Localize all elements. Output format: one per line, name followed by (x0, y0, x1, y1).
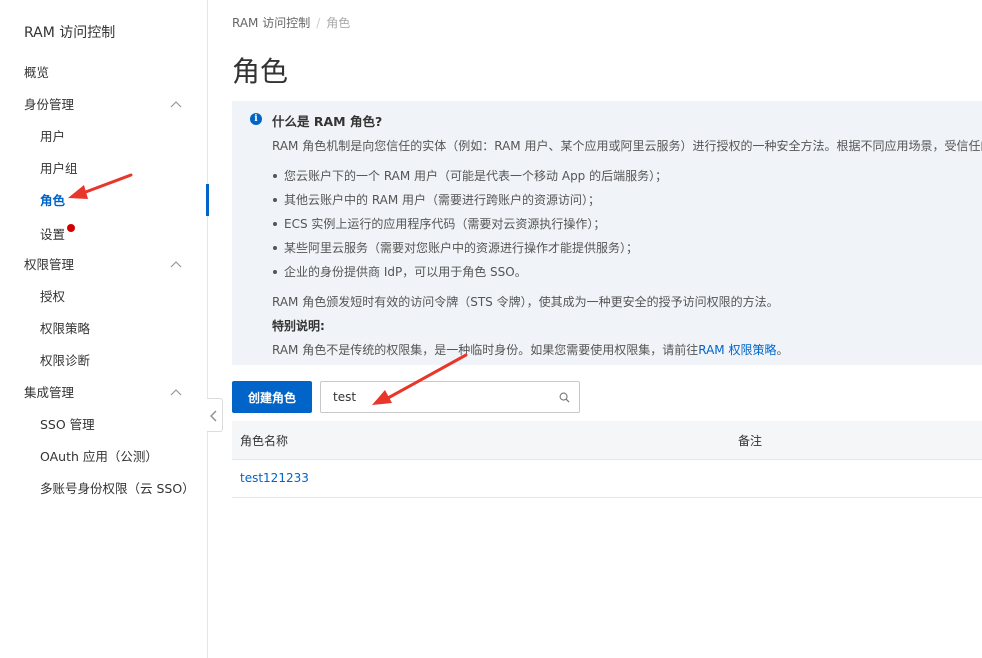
column-header-note: 备注 (738, 434, 763, 448)
info-bullet: 企业的身份提供商 IdP，可以用于角色 SSO。 (273, 265, 527, 279)
sidebar-group-label: 集成管理 (24, 385, 75, 400)
sidebar-group-label: 权限管理 (24, 257, 75, 272)
table-header: 角色名称 备注 (232, 421, 982, 460)
sidebar-group-label: 身份管理 (24, 97, 75, 112)
sidebar-item-roles[interactable]: 角色 (40, 191, 65, 211)
sidebar-item-policies[interactable]: 权限策略 (40, 319, 90, 339)
sidebar-item-oauth[interactable]: OAuth 应用（公测） (40, 447, 158, 467)
search-box (320, 381, 580, 413)
info-icon: i (250, 113, 262, 125)
breadcrumb-current: 角色 (326, 16, 351, 30)
sidebar-item-cloud-sso[interactable]: 多账号身份权限（云 SSO） (40, 479, 195, 499)
role-name-link[interactable]: test121233 (240, 471, 309, 485)
search-input[interactable] (322, 383, 550, 411)
sidebar-item-grants[interactable]: 授权 (40, 287, 65, 307)
chevron-up-icon (170, 261, 182, 268)
chevron-up-icon (170, 389, 182, 396)
info-bullet: ECS 实例上运行的应用程序代码（需要对云资源执行操作）； (272, 217, 606, 231)
console-title: RAM 访问控制 (24, 25, 116, 41)
breadcrumb-separator: / (316, 16, 321, 30)
sidebar-item-user-groups[interactable]: 用户组 (40, 159, 78, 179)
breadcrumb: RAM 访问控制 / 角色 (232, 14, 350, 31)
chevron-up-icon (170, 101, 182, 108)
sidebar-group-permissions[interactable]: 权限管理 (24, 255, 184, 275)
sidebar-item-settings[interactable]: 设置 (40, 225, 65, 245)
info-bullet: 您云账户下的一个 RAM 用户（可能是代表一个移动 App 的后端服务）； (272, 169, 668, 183)
info-note-text: RAM 角色不是传统的权限集，是一种临时身份。如果您需要使用权限集，请前往 (272, 343, 699, 357)
sidebar: RAM 访问控制 概览 身份管理 用户 用户组 角色 设置 权限管理 授权 权限… (0, 0, 209, 658)
info-bullet: 某些阿里云服务（需要对您账户中的资源进行操作才能提供服务）； (272, 241, 639, 255)
page-title: 角色 (232, 55, 289, 88)
active-indicator (206, 184, 209, 216)
chevron-left-icon (210, 410, 217, 422)
info-panel: i 什么是 RAM 角色? RAM 角色机制是向您信任的实体（例如：RAM 用户… (232, 101, 982, 365)
info-bullet: 其他云账户中的 RAM 用户（需要进行跨账户的资源访问）； (272, 193, 601, 207)
ram-policy-link[interactable]: RAM 权限策略 (698, 343, 776, 357)
info-note-title: 特别说明: (272, 319, 325, 333)
info-sts: RAM 角色颁发短时有效的访问令牌（STS 令牌），使其成为一种更安全的授予访问… (272, 295, 779, 309)
sidebar-item-roles-active[interactable] (0, 184, 209, 216)
sidebar-item-diagnosis[interactable]: 权限诊断 (40, 351, 90, 371)
sidebar-item-sso[interactable]: SSO 管理 (40, 415, 95, 435)
sidebar-group-integration[interactable]: 集成管理 (24, 383, 184, 403)
info-note: RAM 角色不是传统的权限集，是一种临时身份。如果您需要使用权限集，请前往RAM… (272, 341, 788, 358)
search-icon[interactable] (559, 392, 570, 403)
create-role-button[interactable]: 创建角色 (232, 381, 312, 413)
sidebar-item-users[interactable]: 用户 (40, 127, 65, 147)
column-header-role-name[interactable]: 角色名称 (240, 432, 288, 449)
sidebar-group-identity[interactable]: 身份管理 (24, 95, 184, 115)
table-row: test121233 (232, 460, 982, 498)
info-intro: RAM 角色机制是向您信任的实体（例如：RAM 用户、某个应用或阿里云服务）进行… (272, 139, 982, 153)
notification-dot (67, 224, 75, 232)
breadcrumb-root[interactable]: RAM 访问控制 (232, 16, 310, 30)
sidebar-item-overview[interactable]: 概览 (24, 63, 49, 83)
sidebar-collapse-button[interactable] (207, 398, 223, 432)
info-title: 什么是 RAM 角色? (272, 114, 383, 129)
info-note-end: 。 (776, 343, 789, 357)
